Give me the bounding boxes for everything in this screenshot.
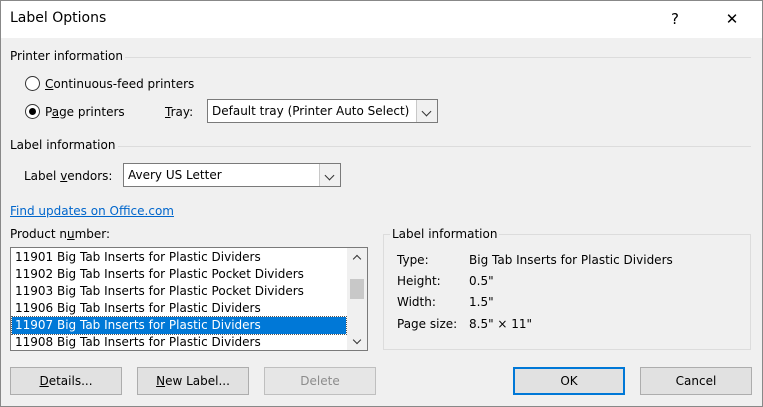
height-value: 0.5" [469,274,494,288]
label-vendors-dropdown[interactable]: Avery US Letter [123,163,341,187]
label-vendors-label: Label vendors: [24,169,113,183]
radio-selected-dot [29,108,36,115]
list-item[interactable]: 11903 Big Tab Inserts for Plastic Pocket… [12,283,346,300]
tray-label: Tray: [165,105,194,119]
product-number-list[interactable]: 11901 Big Tab Inserts for Plastic Divide… [10,247,368,351]
find-updates-link[interactable]: Find updates on Office.com [10,204,174,218]
close-button[interactable]: ✕ [719,8,745,30]
type-label: Type: [397,253,429,267]
delete-button[interactable]: Delete [264,367,376,395]
list-item-selected[interactable]: 11907 Big Tab Inserts for Plastic Divide… [11,316,347,335]
page-size-value: 8.5" × 11" [469,317,533,331]
title-bar: Label Options ? ✕ [0,0,763,38]
chevron-down-icon[interactable] [319,164,340,186]
continuous-feed-label[interactable]: Continuous-feed printers [45,77,194,91]
new-label-button[interactable]: New Label... [137,367,249,395]
page-printers-radio[interactable] [25,104,40,119]
ok-button[interactable]: OK [513,367,625,395]
list-item[interactable]: 11908 Big Tab Inserts for Plastic Divide… [12,334,346,350]
label-details-heading: Label information [390,227,500,241]
details-button[interactable]: Details... [10,367,122,395]
list-scrollbar[interactable] [347,248,367,350]
printer-group-line [125,57,751,58]
scroll-down-icon[interactable] [347,332,367,350]
page-printers-label[interactable]: Page printers [45,105,125,119]
list-item[interactable]: 11902 Big Tab Inserts for Plastic Pocket… [12,266,346,283]
list-item[interactable]: 11901 Big Tab Inserts for Plastic Divide… [12,249,346,266]
dialog-title: Label Options [10,10,107,26]
chevron-down-icon[interactable] [416,100,437,122]
product-list-items: 11901 Big Tab Inserts for Plastic Divide… [11,249,347,350]
product-number-label: Product number: [10,227,111,241]
label-info-group-line [118,146,751,147]
page-size-label: Page size: [397,317,458,331]
help-button[interactable]: ? [662,8,688,30]
scroll-thumb[interactable] [350,279,364,299]
label-info-heading: Label information [10,138,116,152]
scroll-up-icon[interactable] [347,248,367,266]
label-vendors-value: Avery US Letter [128,168,222,182]
tray-dropdown[interactable]: Default tray (Printer Auto Select) [207,99,438,123]
list-item[interactable]: 11906 Big Tab Inserts for Plastic Divide… [12,300,346,317]
cancel-button[interactable]: Cancel [640,367,752,395]
continuous-feed-radio[interactable] [25,76,40,91]
width-label: Width: [397,295,436,309]
tray-value: Default tray (Printer Auto Select) [212,104,410,118]
printer-info-heading: Printer information [10,49,123,63]
type-value: Big Tab Inserts for Plastic Dividers [469,253,673,267]
height-label: Height: [397,274,441,288]
width-value: 1.5" [469,295,494,309]
label-details-box [383,234,751,350]
